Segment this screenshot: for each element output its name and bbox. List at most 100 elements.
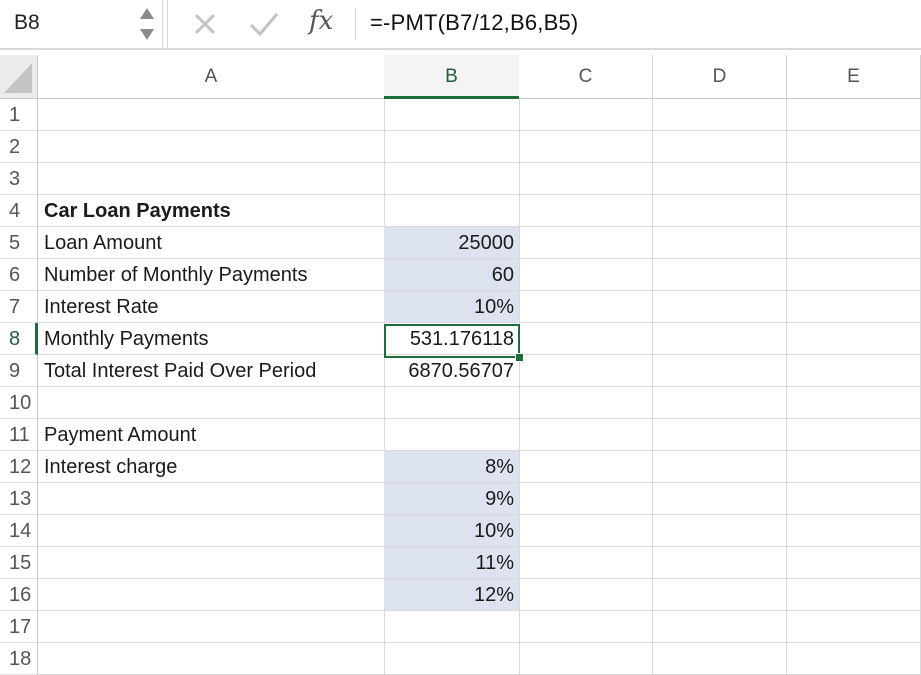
cell-c12[interactable] <box>519 451 653 483</box>
cell-e15[interactable] <box>787 547 921 579</box>
cell-a2[interactable] <box>38 131 385 163</box>
row-header-10[interactable]: 10 <box>0 387 38 419</box>
cell-d6[interactable] <box>653 259 787 291</box>
cell-a13[interactable] <box>38 483 385 515</box>
row-header-12[interactable]: 12 <box>0 451 38 483</box>
row-header-9[interactable]: 9 <box>0 355 38 387</box>
cell-b15[interactable]: 11% <box>384 547 520 579</box>
cell-a6[interactable]: Number of Monthly Payments <box>38 259 385 291</box>
name-box-stepper-icon[interactable] <box>138 4 156 44</box>
cell-d4[interactable] <box>653 195 787 227</box>
column-header-a[interactable]: A <box>38 55 385 99</box>
cell-e5[interactable] <box>787 227 921 259</box>
cell-d18[interactable] <box>653 643 787 675</box>
row-header-1[interactable]: 1 <box>0 99 38 131</box>
cell-c8[interactable] <box>519 323 653 355</box>
cell-b3[interactable] <box>384 163 520 195</box>
cell-d8[interactable] <box>653 323 787 355</box>
column-header-b[interactable]: B <box>384 55 520 99</box>
cell-a10[interactable] <box>38 387 385 419</box>
cell-c17[interactable] <box>519 611 653 643</box>
select-all-triangle-icon[interactable] <box>0 55 36 97</box>
cell-e17[interactable] <box>787 611 921 643</box>
cell-a12[interactable]: Interest charge <box>38 451 385 483</box>
row-header-18[interactable]: 18 <box>0 643 38 675</box>
cell-e3[interactable] <box>787 163 921 195</box>
cell-c11[interactable] <box>519 419 653 451</box>
cell-b1[interactable] <box>384 99 520 131</box>
fill-handle[interactable] <box>515 353 524 362</box>
cell-b10[interactable] <box>384 387 520 419</box>
cell-d1[interactable] <box>653 99 787 131</box>
cell-b12[interactable]: 8% <box>384 451 520 483</box>
cell-c5[interactable] <box>519 227 653 259</box>
cell-c14[interactable] <box>519 515 653 547</box>
cell-c15[interactable] <box>519 547 653 579</box>
cell-c3[interactable] <box>519 163 653 195</box>
cell-a1[interactable] <box>38 99 385 131</box>
cell-d7[interactable] <box>653 291 787 323</box>
row-header-7[interactable]: 7 <box>0 291 38 323</box>
cell-a17[interactable] <box>38 611 385 643</box>
cell-d13[interactable] <box>653 483 787 515</box>
formula-input[interactable]: =-PMT(B7/12,B6,B5) <box>370 10 578 36</box>
name-box[interactable]: B8 <box>0 0 163 48</box>
cell-b5[interactable]: 25000 <box>384 227 520 259</box>
cell-b7[interactable]: 10% <box>384 291 520 323</box>
cell-c2[interactable] <box>519 131 653 163</box>
cell-b18[interactable] <box>384 643 520 675</box>
cell-b4[interactable] <box>384 195 520 227</box>
row-header-8[interactable]: 8 <box>0 323 38 355</box>
column-header-e[interactable]: E <box>787 55 921 99</box>
fx-icon[interactable]: fx <box>309 6 333 36</box>
row-header-4[interactable]: 4 <box>0 195 38 227</box>
cell-c13[interactable] <box>519 483 653 515</box>
cancel-icon[interactable] <box>191 10 219 38</box>
cell-e16[interactable] <box>787 579 921 611</box>
cell-e10[interactable] <box>787 387 921 419</box>
cell-a14[interactable] <box>38 515 385 547</box>
cell-e4[interactable] <box>787 195 921 227</box>
cell-c1[interactable] <box>519 99 653 131</box>
cell-c10[interactable] <box>519 387 653 419</box>
cell-a18[interactable] <box>38 643 385 675</box>
cell-b9[interactable]: 6870.56707 <box>384 355 520 387</box>
cell-e9[interactable] <box>787 355 921 387</box>
cell-a5[interactable]: Loan Amount <box>38 227 385 259</box>
cell-a16[interactable] <box>38 579 385 611</box>
cell-a7[interactable]: Interest Rate <box>38 291 385 323</box>
cell-c16[interactable] <box>519 579 653 611</box>
cell-e2[interactable] <box>787 131 921 163</box>
column-header-c[interactable]: C <box>519 55 653 99</box>
cell-e7[interactable] <box>787 291 921 323</box>
cell-d5[interactable] <box>653 227 787 259</box>
cell-c9[interactable] <box>519 355 653 387</box>
cell-a9[interactable]: Total Interest Paid Over Period <box>38 355 385 387</box>
cell-d9[interactable] <box>653 355 787 387</box>
cell-e6[interactable] <box>787 259 921 291</box>
row-header-16[interactable]: 16 <box>0 579 38 611</box>
cell-e8[interactable] <box>787 323 921 355</box>
cell-a8[interactable]: Monthly Payments <box>38 323 385 355</box>
cell-d12[interactable] <box>653 451 787 483</box>
cell-d16[interactable] <box>653 579 787 611</box>
cell-e18[interactable] <box>787 643 921 675</box>
cell-c4[interactable] <box>519 195 653 227</box>
cell-b14[interactable]: 10% <box>384 515 520 547</box>
row-header-2[interactable]: 2 <box>0 131 38 163</box>
cell-b17[interactable] <box>384 611 520 643</box>
cell-c7[interactable] <box>519 291 653 323</box>
cell-d17[interactable] <box>653 611 787 643</box>
row-header-6[interactable]: 6 <box>0 259 38 291</box>
column-header-d[interactable]: D <box>653 55 787 99</box>
confirm-checkmark-icon[interactable] <box>248 10 280 38</box>
cell-d15[interactable] <box>653 547 787 579</box>
cell-e11[interactable] <box>787 419 921 451</box>
cell-e12[interactable] <box>787 451 921 483</box>
select-all-corner[interactable] <box>0 55 38 99</box>
row-header-15[interactable]: 15 <box>0 547 38 579</box>
cell-e13[interactable] <box>787 483 921 515</box>
row-header-17[interactable]: 17 <box>0 611 38 643</box>
cell-c6[interactable] <box>519 259 653 291</box>
row-header-11[interactable]: 11 <box>0 419 38 451</box>
